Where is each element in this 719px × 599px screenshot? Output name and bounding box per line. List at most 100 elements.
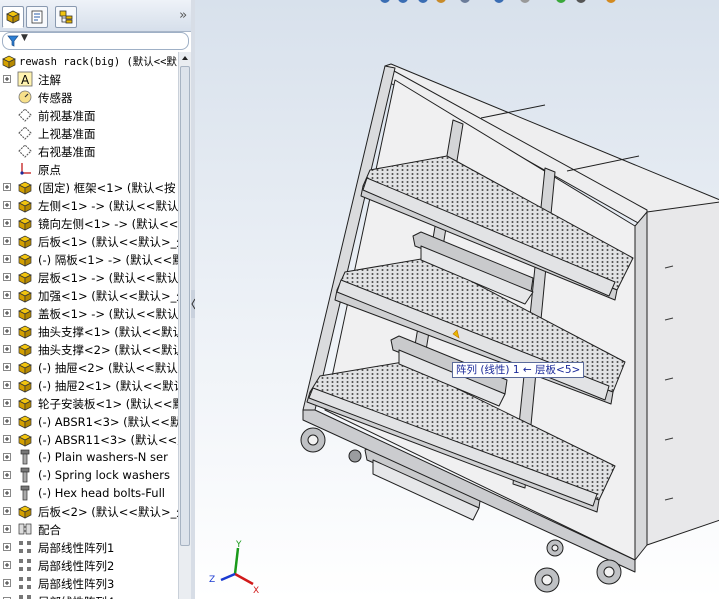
expand-plus-icon[interactable] [3, 183, 11, 191]
expand-plus-icon[interactable] [3, 291, 11, 299]
tree-root-assembly[interactable]: rewash rack(big) (默认<<默 [0, 52, 178, 70]
svg-text:A: A [21, 73, 30, 87]
tree-item-label: 抽头支撑<2> (默认<<默认 [38, 343, 178, 357]
expand-plus-icon[interactable] [3, 381, 11, 389]
tree-item[interactable]: 加强<1> (默认<<默认>_外 [0, 286, 178, 304]
tree-item[interactable]: 后板<1> (默认<<默认>_外 [0, 232, 178, 250]
expand-plus-icon[interactable] [3, 525, 11, 533]
origin-icon [20, 163, 31, 175]
tree-item[interactable]: (-) ABSR1<3> (默认<<默认 [0, 412, 178, 430]
scroll-up-icon[interactable] [179, 52, 191, 64]
toolbox-icon [20, 485, 30, 501]
subassembly-icon [18, 379, 32, 393]
expand-plus-icon[interactable] [3, 345, 11, 353]
tree-item-label: (-) Plain washers-N ser [38, 450, 168, 464]
tree-item-label: (-) 隔板<1> -> (默认<<默 [38, 253, 178, 267]
tree-item[interactable]: (固定) 框架<1> (默认<按 [0, 178, 178, 196]
tree-item[interactable]: (-) Spring lock washers [0, 466, 178, 484]
tree-item-label: (-) 抽屉2<1> (默认<<默认 [38, 379, 178, 393]
feature-manager-pane: » ▼ rewash rack(big) (默认<<默 A 注解 传感器 前视基准面 上视… [0, 0, 192, 599]
tree-item[interactable]: 盖板<1> -> (默认<<默认> [0, 304, 178, 322]
filter-dropdown-icon[interactable]: ▼ [21, 33, 28, 43]
scrollbar-thumb[interactable] [180, 66, 190, 546]
tree-item[interactable]: A 注解 [0, 70, 178, 88]
expand-pane-button[interactable]: » [179, 8, 187, 23]
mates-icon [18, 523, 32, 535]
feature-tree: rewash rack(big) (默认<<默 A 注解 传感器 前视基准面 上视基准面右… [0, 52, 178, 599]
expand-plus-icon[interactable] [3, 471, 11, 479]
filter-input[interactable]: ▼ [2, 32, 189, 50]
sensors-icon [18, 90, 32, 104]
configurationmanager-icon [59, 10, 73, 24]
expand-plus-icon[interactable] [3, 579, 11, 587]
subassembly-icon [18, 307, 32, 321]
expand-plus-icon[interactable] [3, 219, 11, 227]
expand-plus-icon[interactable] [3, 543, 11, 551]
filter-icon [7, 35, 19, 47]
tree-item-label: 抽头支撑<1> (默认<<默认 [38, 325, 178, 339]
expand-plus-icon[interactable] [3, 273, 11, 281]
tree-item[interactable]: (-) 隔板<1> -> (默认<<默 [0, 250, 178, 268]
tree-item[interactable]: 轮子安装板<1> (默认<<默 [0, 394, 178, 412]
expand-plus-icon[interactable] [3, 507, 11, 515]
expand-plus-icon[interactable] [3, 489, 11, 497]
tree-item-label: (-) 抽屉<2> (默认<<默认 [38, 361, 178, 375]
axis-y-label: Y [235, 540, 242, 550]
tree-item-label: (-) Spring lock washers [38, 468, 170, 482]
tree-item[interactable]: 传感器 [0, 88, 178, 106]
tree-item[interactable]: 局部线性阵列4 [0, 592, 178, 599]
expand-plus-icon[interactable] [3, 327, 11, 335]
rack-model-view[interactable]: Y X Z [195, 0, 719, 599]
tab-propertymanager[interactable] [26, 6, 48, 28]
tree-item[interactable]: 局部线性阵列3 [0, 574, 178, 592]
tree-item[interactable]: 局部线性阵列1 [0, 538, 178, 556]
expand-plus-icon[interactable] [3, 561, 11, 569]
tab-configurationmanager[interactable] [55, 6, 77, 28]
expand-plus-icon[interactable] [3, 255, 11, 263]
selection-tooltip: 阵列 (线性) 1 ← 层板<5> [452, 362, 585, 378]
tree-item[interactable]: 原点 [0, 160, 178, 178]
tree-item[interactable]: 抽头支撑<2> (默认<<默认 [0, 340, 178, 358]
graphics-area[interactable]: Y X Z 阵列 (线性) 1 ← 层板<5> [195, 0, 719, 599]
axis-x-label: X [253, 586, 259, 596]
tree-item[interactable]: 右视基准面 [0, 142, 178, 160]
tree-item[interactable]: 配合 [0, 520, 178, 538]
expand-plus-icon[interactable] [3, 435, 11, 443]
tree-item-label: 右视基准面 [38, 145, 96, 159]
tree-scrollbar[interactable] [178, 52, 191, 599]
subassembly-icon [18, 289, 32, 303]
subassembly-icon [18, 325, 32, 339]
tree-item[interactable]: (-) 抽屉<2> (默认<<默认 [0, 358, 178, 376]
tree-item[interactable]: (-) 抽屉2<1> (默认<<默认 [0, 376, 178, 394]
tree-item[interactable]: (-) Plain washers-N ser [0, 448, 178, 466]
tree-item[interactable]: 前视基准面 [0, 106, 178, 124]
expand-plus-icon[interactable] [3, 201, 11, 209]
expand-plus-icon[interactable] [3, 363, 11, 371]
tree-item[interactable]: 左侧<1> -> (默认<<默认> [0, 196, 178, 214]
expand-plus-icon[interactable] [3, 417, 11, 425]
expand-plus-icon[interactable] [3, 309, 11, 317]
tree-item[interactable]: 层板<1> -> (默认<<默认> [0, 268, 178, 286]
tree-item[interactable]: 后板<2> (默认<<默认>_外 [0, 502, 178, 520]
subassembly-icon [18, 361, 32, 375]
expand-plus-icon[interactable] [3, 399, 11, 407]
tree-item[interactable]: 上视基准面 [0, 124, 178, 142]
tree-item[interactable]: 局部线性阵列2 [0, 556, 178, 574]
tree-item[interactable]: (-) ABSR11<3> (默认<<默 [0, 430, 178, 448]
pattern-icon [19, 577, 31, 589]
subassembly-icon [18, 415, 32, 429]
expand-plus-icon[interactable] [3, 75, 11, 83]
expand-plus-icon[interactable] [3, 237, 11, 245]
subassembly-icon [18, 505, 32, 519]
tree-item-label: 盖板<1> -> (默认<<默认> [38, 307, 178, 321]
tree-item[interactable]: 镜向左侧<1> -> (默认<<默 [0, 214, 178, 232]
tree-item[interactable]: (-) Hex head bolts-Full [0, 484, 178, 502]
expand-plus-icon[interactable] [3, 453, 11, 461]
tree-item[interactable]: 抽头支撑<1> (默认<<默认 [0, 322, 178, 340]
tree-item-label: (-) Hex head bolts-Full [38, 486, 165, 500]
tab-featuremanager[interactable] [2, 6, 24, 28]
tree-item-label: (固定) 框架<1> (默认<按 [38, 181, 176, 195]
tree-item-label: 原点 [38, 163, 61, 177]
tree-item-label: 局部线性阵列4 [38, 594, 114, 599]
tree-item-label: (-) ABSR1<3> (默认<<默认 [38, 415, 178, 429]
